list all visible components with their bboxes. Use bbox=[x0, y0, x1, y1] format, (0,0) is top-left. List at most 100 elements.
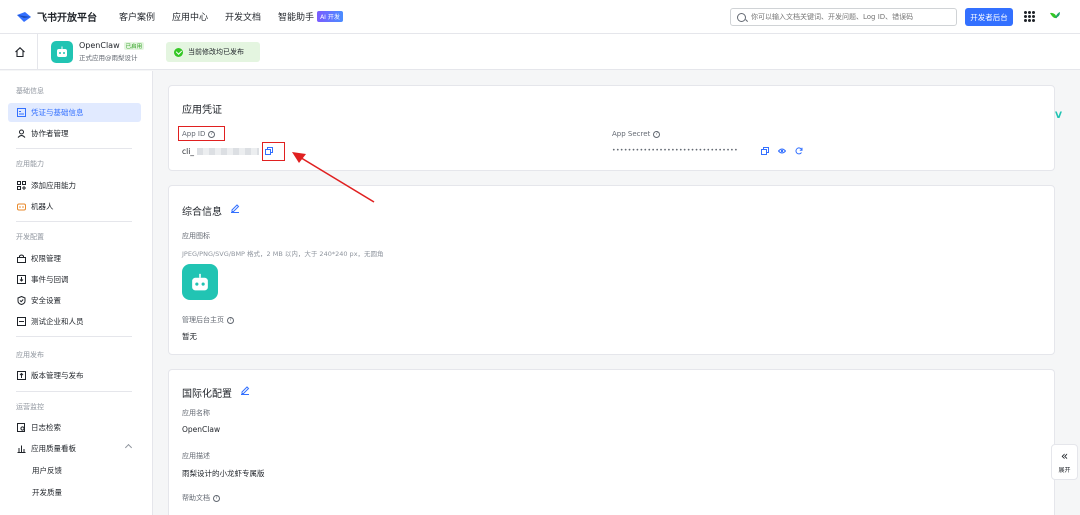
sidebar-group-capabilities: 应用能力 bbox=[16, 160, 44, 168]
feishu-logo-icon bbox=[17, 11, 31, 22]
nav-links: 客户案例 应用中心 开发文档 智能助手 AI 开发 bbox=[119, 10, 360, 23]
icon-hint: JPEG/PNG/SVG/BMP 格式，2 MB 以内，大于 240*240 p… bbox=[182, 250, 384, 258]
expand-panel-button[interactable]: « 展开 bbox=[1051, 444, 1078, 480]
app-name: OpenClaw bbox=[79, 41, 120, 50]
annotation-arrow bbox=[292, 152, 375, 203]
annotation-box-copy bbox=[262, 142, 285, 161]
admin-home-label-text: 管理后台主页 bbox=[182, 316, 224, 324]
annotation-box-app-id bbox=[178, 126, 225, 141]
sidebar-group-release: 应用发布 bbox=[16, 351, 44, 359]
sidebar-item-credentials[interactable]: 凭证与基础信息 bbox=[8, 103, 141, 122]
sidebar-item-label: 测试企业和人员 bbox=[31, 317, 84, 326]
sidebar-group-monitor: 运营监控 bbox=[16, 403, 44, 411]
apps-grid-icon[interactable] bbox=[1024, 11, 1035, 22]
sidebar-item-test-org[interactable]: 测试企业和人员 bbox=[8, 312, 141, 331]
app-id-redacted bbox=[197, 148, 259, 155]
app-secret-label: App Secret? bbox=[612, 130, 661, 138]
help-icon[interactable]: ? bbox=[227, 316, 234, 324]
edit-icon[interactable] bbox=[240, 385, 250, 395]
chevron-up-icon bbox=[124, 443, 133, 452]
sidebar-item-events[interactable]: 事件与回调 bbox=[8, 270, 141, 289]
publish-status-text: 当前修改均已发布 bbox=[188, 48, 244, 56]
admin-home-label: 管理后台主页? bbox=[182, 315, 234, 325]
app-icon-preview[interactable] bbox=[182, 264, 218, 300]
double-chevron-left-icon: « bbox=[1060, 449, 1069, 463]
i18n-card: 国际化配置 应用名称 OpenClaw 应用描述 雨梨设计的小龙虾专属版 帮助文… bbox=[168, 369, 1055, 515]
status-badge: 已启用 bbox=[123, 41, 145, 50]
sidebar-item-label: 权限管理 bbox=[31, 254, 61, 263]
test-icon bbox=[17, 317, 26, 326]
nav-link-cases[interactable]: 客户案例 bbox=[119, 10, 155, 23]
sidebar-item-label: 应用质量看板 bbox=[31, 444, 76, 453]
robot-icon bbox=[192, 273, 208, 290]
app-desc-label: 应用描述 bbox=[182, 452, 210, 460]
sidebar-subitem-feedback[interactable]: 用户反馈 bbox=[32, 465, 62, 476]
app-header: OpenClaw 已启用 正式应用@雨梨设计 bbox=[0, 33, 1080, 70]
nav-link-ai-assistant[interactable]: 智能助手 AI 开发 bbox=[278, 10, 343, 23]
app-avatar bbox=[51, 40, 73, 63]
sidebar: 基础信息 凭证与基础信息 协作者管理 应用能力 添加应用能力 机器人 开发配置 … bbox=[0, 71, 153, 515]
nav-link-docs[interactable]: 开发文档 bbox=[225, 10, 261, 23]
sidebar-divider bbox=[16, 391, 132, 392]
sidebar-group-dev-config: 开发配置 bbox=[16, 233, 44, 241]
copy-icon[interactable] bbox=[761, 147, 769, 155]
app-name-label: 应用名称 bbox=[182, 409, 210, 417]
home-icon[interactable] bbox=[14, 46, 26, 58]
help-doc-label: 帮助文档? bbox=[182, 493, 220, 503]
header-divider bbox=[37, 33, 38, 70]
publish-status-banner: 当前修改均已发布 bbox=[166, 42, 260, 62]
app-meta: OpenClaw 已启用 正式应用@雨梨设计 bbox=[79, 41, 145, 62]
eye-icon[interactable] bbox=[778, 147, 786, 155]
search-input[interactable] bbox=[751, 13, 951, 21]
leaf-icon[interactable] bbox=[1049, 10, 1061, 22]
nav-link-app-center[interactable]: 应用中心 bbox=[172, 10, 208, 23]
app-subtitle: 正式应用@雨梨设计 bbox=[79, 54, 138, 62]
grid-add-icon bbox=[17, 181, 26, 190]
sidebar-item-permissions[interactable]: 权限管理 bbox=[8, 249, 141, 268]
user-icon bbox=[17, 129, 26, 138]
dev-console-button[interactable]: 开发者后台 bbox=[965, 8, 1013, 26]
i18n-title: 国际化配置 bbox=[182, 389, 232, 400]
search-icon bbox=[737, 12, 746, 22]
sidebar-divider bbox=[16, 148, 132, 149]
lock-icon bbox=[17, 254, 26, 263]
credentials-title: 应用凭证 bbox=[182, 105, 222, 116]
expand-label: 展开 bbox=[1058, 467, 1071, 474]
sidebar-item-versions[interactable]: 版本管理与发布 bbox=[8, 366, 141, 385]
sidebar-item-quality[interactable]: 应用质量看板 bbox=[8, 439, 141, 458]
sidebar-item-collaborators[interactable]: 协作者管理 bbox=[8, 124, 141, 143]
sidebar-item-label: 事件与回调 bbox=[31, 275, 69, 284]
sidebar-divider bbox=[16, 336, 132, 337]
credential-icon bbox=[17, 108, 26, 117]
help-icon[interactable]: ? bbox=[653, 130, 661, 138]
sidebar-subitem-dev-quality[interactable]: 开发质量 bbox=[32, 487, 62, 498]
check-circle-icon bbox=[174, 47, 183, 57]
app-secret-label-text: App Secret bbox=[612, 130, 651, 138]
brand-name: 飞书开放平台 bbox=[37, 13, 97, 24]
bar-chart-icon bbox=[17, 445, 26, 453]
sidebar-item-label: 版本管理与发布 bbox=[31, 371, 84, 380]
sidebar-item-security[interactable]: 安全设置 bbox=[8, 291, 141, 310]
app-id-prefix: cli_ bbox=[182, 147, 195, 156]
search-box[interactable] bbox=[730, 8, 957, 26]
general-info-card: 综合信息 应用图标 JPEG/PNG/SVG/BMP 格式，2 MB 以内，大于… bbox=[168, 185, 1055, 355]
upload-icon bbox=[17, 371, 26, 380]
nav-link-ai-label: 智能助手 bbox=[278, 13, 315, 23]
help-icon[interactable]: ? bbox=[213, 494, 220, 502]
sidebar-item-logs[interactable]: 日志检索 bbox=[8, 418, 141, 437]
top-nav: 飞书开放平台 客户案例 应用中心 开发文档 智能助手AI 开发 开发者后台 bbox=[0, 0, 1080, 34]
app-desc-value: 雨梨设计的小龙虾专属版 bbox=[182, 469, 265, 478]
sidebar-item-add-capability[interactable]: 添加应用能力 bbox=[8, 176, 141, 195]
refresh-icon[interactable] bbox=[795, 147, 803, 155]
sidebar-item-bot[interactable]: 机器人 bbox=[8, 197, 141, 216]
edit-icon[interactable] bbox=[230, 203, 240, 213]
sidebar-group-basic: 基础信息 bbox=[16, 87, 44, 95]
icon-label: 应用图标 bbox=[182, 232, 210, 240]
brand[interactable]: 飞书开放平台 bbox=[16, 9, 97, 24]
sidebar-item-label: 添加应用能力 bbox=[31, 181, 76, 190]
side-logo-icon[interactable]: V bbox=[1055, 111, 1062, 121]
admin-home-value: 暂无 bbox=[182, 332, 197, 341]
event-icon bbox=[17, 275, 26, 284]
app-secret-masked: •••••••••••••••••••••••••••••••• bbox=[612, 147, 739, 154]
bot-icon bbox=[17, 203, 26, 211]
